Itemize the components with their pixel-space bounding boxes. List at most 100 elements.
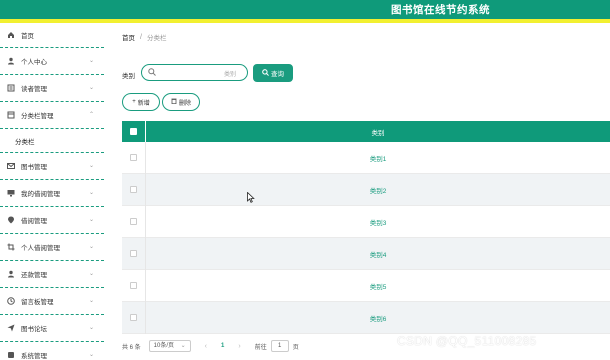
checkbox-box xyxy=(130,250,137,257)
category-table: 类别 类别1 类别2 类别3 类别4 类别5 类别6 xyxy=(122,121,610,334)
row-checkbox[interactable] xyxy=(122,237,146,270)
checkbox-box xyxy=(130,128,137,135)
sidebar-item-borrow[interactable]: 借阅管理 ⌄ xyxy=(0,207,104,234)
reader-icon xyxy=(7,84,15,92)
goto-label: 前往 xyxy=(254,344,267,351)
select-all-checkbox[interactable] xyxy=(122,121,146,142)
column-header-category[interactable]: 类别 xyxy=(146,127,610,137)
query-button[interactable]: 查询 xyxy=(253,64,293,82)
top-header: 图书馆在线节约系统 xyxy=(0,0,610,19)
goto-suffix: 页 xyxy=(292,344,299,351)
delete-button[interactable]: 删除 xyxy=(162,93,200,111)
sidebar-item-label: 我的借阅管理 xyxy=(21,191,60,198)
sidebar-item-readers[interactable]: 读者管理 ⌄ xyxy=(0,75,104,102)
chevron-down-icon: ⌄ xyxy=(88,352,94,358)
sidebar-subitem-label: 分类栏 xyxy=(15,138,35,146)
chevron-down-icon: ⌄ xyxy=(88,271,94,277)
sidebar-item-label: 还款管理 xyxy=(21,272,47,279)
sidebar-item-forum[interactable]: 图书论坛 ⌄ xyxy=(0,315,104,342)
delete-button-label: 删除 xyxy=(178,100,191,107)
watermark: CSDN @QQ_511008285 xyxy=(397,334,537,348)
checkbox-box xyxy=(130,186,137,193)
breadcrumb-home[interactable]: 首页 xyxy=(122,32,135,42)
search-icon xyxy=(262,68,269,78)
chevron-down-icon: ⌄ xyxy=(88,298,94,304)
home-icon xyxy=(7,31,15,39)
page-size-value: 10条/页 xyxy=(153,343,175,349)
chevron-down-icon: ⌄ xyxy=(88,163,94,169)
sidebar-item-label: 个人中心 xyxy=(21,59,47,66)
table-row[interactable]: 类别2 xyxy=(122,173,610,206)
table-cell-category: 类别5 xyxy=(369,283,387,291)
row-checkbox[interactable] xyxy=(122,301,146,334)
add-button[interactable]: + 新增 xyxy=(122,93,160,111)
row-checkbox[interactable] xyxy=(122,141,146,174)
page-size-select[interactable]: 10条/页 ⌄ xyxy=(148,340,191,352)
chevron-up-icon: ⌃ xyxy=(88,112,94,118)
mail-icon xyxy=(7,162,15,170)
table-row[interactable]: 类别6 xyxy=(122,301,610,334)
settings-icon xyxy=(7,351,15,359)
app-title: 图书馆在线节约系统 xyxy=(391,4,490,16)
add-button-label: 新增 xyxy=(137,100,150,107)
sidebar-item-profile[interactable]: 个人中心 ⌄ xyxy=(0,48,104,75)
table-row[interactable]: 类别4 xyxy=(122,237,610,270)
table-row[interactable]: 类别1 xyxy=(122,141,610,174)
row-checkbox[interactable] xyxy=(122,205,146,238)
sidebar-item-category-mgmt[interactable]: 分类栏管理 ⌃ xyxy=(0,102,104,129)
sidebar-item-books[interactable]: 图书管理 ⌄ xyxy=(0,153,104,180)
row-checkbox[interactable] xyxy=(122,173,146,206)
user-icon xyxy=(7,57,15,65)
sidebar-item-system[interactable]: 系统管理 ⌄ xyxy=(0,342,104,360)
search-icon xyxy=(148,68,156,78)
chevron-down-icon: ⌄ xyxy=(180,343,186,349)
chevron-down-icon: ⌄ xyxy=(88,190,94,196)
plus-icon: + xyxy=(132,99,136,105)
page-number[interactable]: 1 xyxy=(221,343,224,349)
mouse-cursor-icon xyxy=(247,191,255,203)
trash-icon xyxy=(171,98,177,106)
prev-page-button[interactable]: ‹ xyxy=(205,343,207,350)
sidebar: 首页 个人中心 ⌄ 读者管理 ⌄ 分类栏管理 ⌃ 分类栏 图书管理 ⌄ 我的借阅… xyxy=(0,23,104,360)
next-page-button[interactable]: › xyxy=(238,343,240,350)
chevron-down-icon: ⌄ xyxy=(88,217,94,223)
sidebar-subitem-category[interactable]: 分类栏 xyxy=(0,129,104,153)
table-cell-category: 类别3 xyxy=(369,219,387,227)
sidebar-item-message-board[interactable]: 留言板管理 ⌄ xyxy=(0,288,104,315)
sidebar-item-label: 个人借阅管理 xyxy=(21,245,60,252)
sidebar-item-label: 系统管理 xyxy=(21,353,47,360)
breadcrumb-current: 分类栏 xyxy=(146,35,167,42)
user-icon xyxy=(7,270,15,278)
table-header: 类别 xyxy=(122,121,610,142)
table-cell-category: 类别1 xyxy=(369,155,387,163)
sidebar-item-label: 图书论坛 xyxy=(21,326,47,333)
main-content: 类别 类别 查询 + 新增 删除 类别 类别1 类别2 类别3 类别4 类别5 … xyxy=(104,51,610,360)
breadcrumb-separator: / xyxy=(140,33,142,41)
chevron-down-icon: ⌄ xyxy=(88,85,94,91)
row-checkbox[interactable] xyxy=(122,269,146,302)
clock-icon xyxy=(7,297,15,305)
sidebar-item-home[interactable]: 首页 xyxy=(0,23,104,48)
checkbox-box xyxy=(130,218,137,225)
sidebar-item-repayment[interactable]: 还款管理 ⌄ xyxy=(0,261,104,288)
sidebar-item-label: 读者管理 xyxy=(21,86,47,93)
table-row[interactable]: 类别5 xyxy=(122,269,610,302)
sidebar-item-my-borrow[interactable]: 我的借阅管理 ⌄ xyxy=(0,180,104,207)
checkbox-box xyxy=(130,314,137,321)
chevron-down-icon: ⌄ xyxy=(88,58,94,64)
pagination-total: 共 6 条 xyxy=(122,344,141,351)
table-row[interactable]: 类别3 xyxy=(122,205,610,238)
crop-icon xyxy=(7,243,15,251)
sidebar-item-personal-borrow[interactable]: 个人借阅管理 ⌄ xyxy=(0,234,104,261)
sidebar-item-label: 图书管理 xyxy=(21,164,47,171)
table-cell-category: 类别2 xyxy=(369,187,387,195)
query-button-label: 查询 xyxy=(271,71,284,78)
search-input[interactable]: 类别 xyxy=(141,64,248,81)
monitor-icon xyxy=(7,189,15,197)
breadcrumb: 首页 / 分类栏 xyxy=(104,23,610,51)
chevron-down-icon: ⌄ xyxy=(88,325,94,331)
checkbox-box xyxy=(130,282,137,289)
pagination: 共 6 条 10条/页 ⌄ ‹ 1 › 前往 1 页 xyxy=(122,339,299,353)
sidebar-item-label: 分类栏管理 xyxy=(21,113,54,120)
goto-page-input[interactable]: 1 xyxy=(270,340,289,352)
